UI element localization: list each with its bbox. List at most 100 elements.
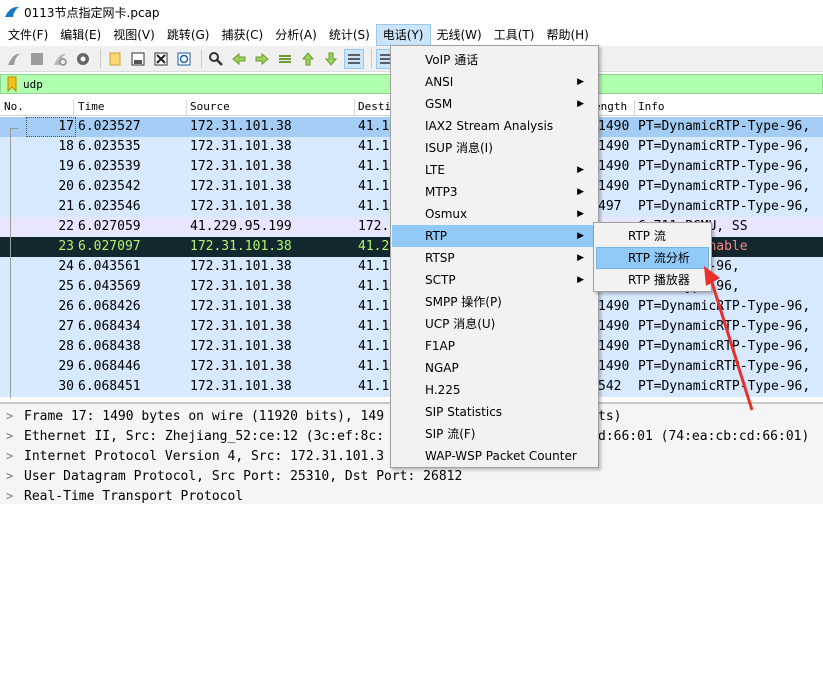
menu-item-label: LTE — [425, 163, 445, 177]
start-capture-icon[interactable] — [4, 49, 24, 69]
find-packet-icon[interactable] — [206, 49, 226, 69]
packet-destination: 41.1 — [358, 319, 390, 334]
menu-item-label: Osmux — [425, 207, 468, 221]
packet-length: 1490 — [598, 139, 630, 154]
packet-destination: 41.1 — [358, 299, 390, 314]
packet-time: 6.043569 — [78, 279, 141, 294]
menu-item-label: H.225 — [425, 383, 461, 397]
menu-item-sctp[interactable]: SCTP ▶ — [392, 269, 598, 291]
menu-item-smpp[interactable]: SMPP 操作(P) — [392, 291, 598, 313]
bookmark-icon[interactable] — [5, 76, 19, 92]
menu-item-ngap[interactable]: NGAP — [392, 357, 598, 379]
menu-item-lte[interactable]: LTE ▶ — [392, 159, 598, 181]
detail-row-udp[interactable]: > User Datagram Protocol, Src Port: 2531… — [0, 467, 823, 487]
stop-capture-icon[interactable] — [27, 49, 47, 69]
menu-item-f1ap[interactable]: F1AP — [392, 335, 598, 357]
menu-item-mtp3[interactable]: MTP3 ▶ — [392, 181, 598, 203]
expand-chevron-icon[interactable]: > — [6, 429, 13, 443]
menu-item-isup[interactable]: ISUP 消息(I) — [392, 137, 598, 159]
menu-item-label: RTSP — [425, 251, 455, 265]
menu-item-iax2[interactable]: IAX2 Stream Analysis — [392, 115, 598, 137]
submenu-arrow-icon: ▶ — [577, 99, 584, 109]
menu-item-gsm[interactable]: GSM ▶ — [392, 93, 598, 115]
column-source[interactable]: Source — [190, 100, 230, 113]
expand-chevron-icon[interactable]: > — [6, 469, 13, 483]
toolbar-separator — [371, 49, 372, 68]
capture-options-icon[interactable] — [73, 49, 93, 69]
menu-go[interactable]: 跳转(G) — [161, 24, 216, 46]
menu-help[interactable]: 帮助(H) — [540, 24, 594, 46]
packet-time: 6.023546 — [78, 199, 141, 214]
packet-time: 6.023539 — [78, 159, 141, 174]
go-forward-icon[interactable] — [252, 49, 272, 69]
menu-analyze[interactable]: 分析(A) — [269, 24, 323, 46]
packet-number: 18 — [58, 139, 74, 154]
menu-item-rtp-player[interactable]: RTP 播放器 — [596, 269, 709, 291]
packet-time: 6.023542 — [78, 179, 141, 194]
go-first-icon[interactable] — [298, 49, 318, 69]
auto-scroll-icon[interactable] — [344, 48, 364, 69]
expand-chevron-icon[interactable]: > — [6, 489, 13, 503]
packet-info: PT=DynamicRTP-Type-96, — [638, 299, 811, 314]
menu-item-rtsp[interactable]: RTSP ▶ — [392, 247, 598, 269]
expand-chevron-icon[interactable]: > — [6, 449, 13, 463]
menu-item-rtp[interactable]: RTP ▶ — [392, 225, 598, 247]
open-file-icon[interactable] — [105, 49, 125, 69]
menu-item-rtp-streams[interactable]: RTP 流 — [596, 225, 709, 247]
menu-view[interactable]: 视图(V) — [107, 24, 161, 46]
menu-item-label: SIP Statistics — [425, 405, 503, 419]
packet-source: 172.31.101.38 — [190, 179, 292, 194]
conversation-bracket-top — [10, 128, 18, 129]
column-no[interactable]: No. — [4, 100, 24, 113]
reload-file-icon[interactable] — [174, 49, 194, 69]
save-file-icon[interactable] — [128, 49, 148, 69]
packet-time: 6.023535 — [78, 139, 141, 154]
submenu-arrow-icon: ▶ — [577, 275, 584, 285]
packet-number: 26 — [58, 299, 74, 314]
menu-item-ansi[interactable]: ANSI ▶ — [392, 71, 598, 93]
menu-item-sip-flows[interactable]: SIP 流(F) — [392, 423, 598, 445]
menu-tools[interactable]: 工具(T) — [488, 24, 541, 46]
column-destination[interactable]: Desti — [358, 100, 391, 113]
menu-item-ucp[interactable]: UCP 消息(U) — [392, 313, 598, 335]
submenu-arrow-icon: ▶ — [577, 187, 584, 197]
packet-destination: 41.2 — [358, 239, 390, 254]
column-info[interactable]: Info — [638, 100, 665, 113]
menu-item-h225[interactable]: H.225 — [392, 379, 598, 401]
packet-source: 172.31.101.38 — [190, 359, 292, 374]
window-title: 0113节点指定网卡.pcap — [24, 5, 160, 20]
packet-bytes-area — [0, 506, 823, 680]
detail-row-rtp[interactable]: > Real-Time Transport Protocol — [0, 487, 823, 507]
expand-chevron-icon[interactable]: > — [6, 409, 13, 423]
menu-edit[interactable]: 编辑(E) — [54, 24, 107, 46]
menu-telephony[interactable]: 电话(Y) — [375, 24, 431, 46]
menu-item-label: VoIP 通话 — [425, 53, 479, 67]
rtp-submenu: RTP 流 RTP 流分析 RTP 播放器 — [593, 222, 712, 292]
title-bar: 0113节点指定网卡.pcap — [0, 0, 823, 24]
go-back-icon[interactable] — [229, 49, 249, 69]
menu-item-wap-wsp[interactable]: WAP-WSP Packet Counter — [392, 445, 598, 467]
menu-statistics[interactable]: 统计(S) — [323, 24, 376, 46]
filter-input[interactable]: udp — [23, 78, 43, 91]
menu-wireless[interactable]: 无线(W) — [431, 24, 488, 46]
go-to-packet-icon[interactable] — [275, 49, 295, 69]
toolbar-separator — [201, 49, 202, 68]
close-file-icon[interactable] — [151, 49, 171, 69]
restart-capture-icon[interactable] — [50, 49, 70, 69]
menu-capture[interactable]: 捕获(C) — [215, 24, 269, 46]
packet-source: 41.229.95.199 — [190, 219, 292, 234]
packet-info: PT=DynamicRTP-Type-96, — [638, 139, 811, 154]
menu-item-label: MTP3 — [425, 185, 458, 199]
go-last-icon[interactable] — [321, 49, 341, 69]
menu-item-voip-calls[interactable]: VoIP 通话 — [392, 49, 598, 71]
menu-item-sip-statistics[interactable]: SIP Statistics — [392, 401, 598, 423]
menu-item-rtp-stream-analysis[interactable]: RTP 流分析 — [596, 247, 709, 269]
telephony-menu: VoIP 通话 ANSI ▶ GSM ▶ IAX2 Stream Analysis … — [390, 45, 599, 468]
menu-item-osmux[interactable]: Osmux ▶ — [392, 203, 598, 225]
packet-number: 22 — [58, 219, 74, 234]
menu-item-label: SMPP 操作(P) — [425, 295, 502, 309]
menu-file[interactable]: 文件(F) — [2, 24, 54, 46]
packet-time: 6.068434 — [78, 319, 141, 334]
packet-source: 172.31.101.38 — [190, 159, 292, 174]
column-time[interactable]: Time — [78, 100, 105, 113]
